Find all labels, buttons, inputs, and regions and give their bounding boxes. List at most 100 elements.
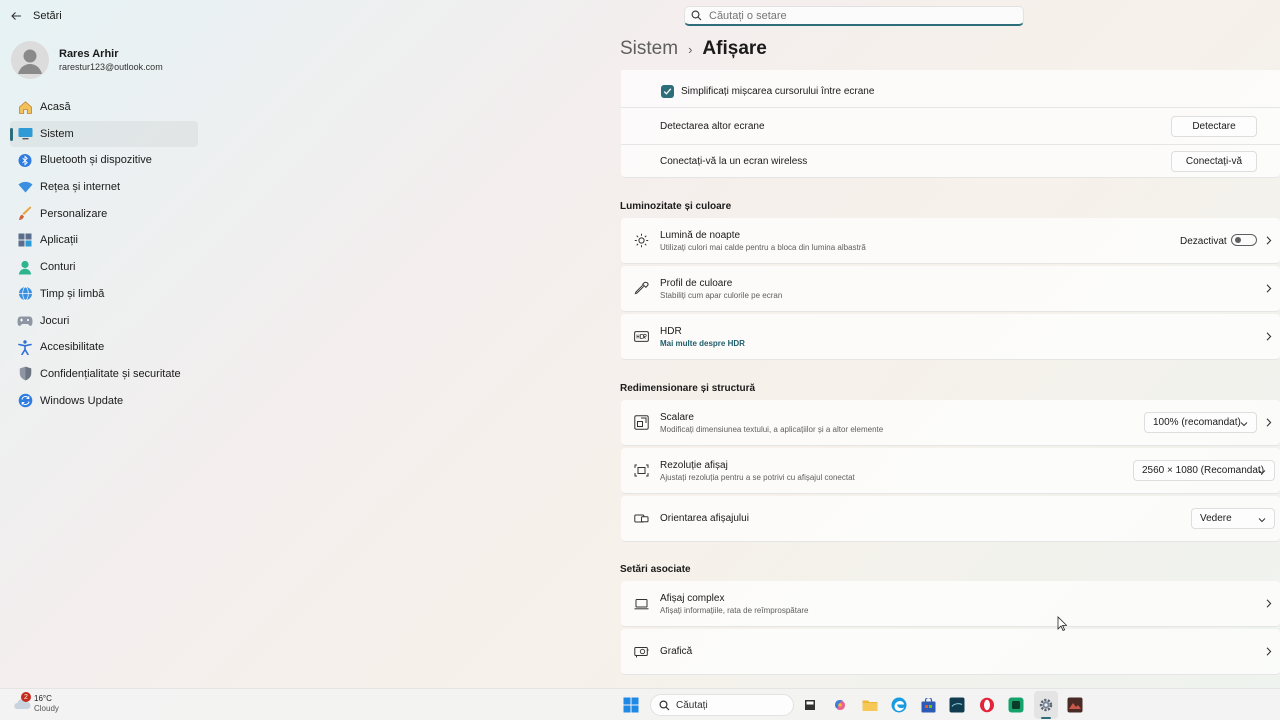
- chevron-right-icon: [1266, 418, 1274, 428]
- orientation-icon: [633, 511, 649, 527]
- chevron-right-icon: [1266, 647, 1274, 657]
- sun-icon: [633, 233, 649, 249]
- night-light-title: Lumină de noapte: [660, 229, 741, 241]
- store-button[interactable]: [919, 696, 937, 714]
- settings-app-button[interactable]: [1037, 696, 1055, 714]
- chevron-right-icon: [1266, 332, 1274, 342]
- advanced-display-row[interactable]: Afișaj complex Afișați informațiile, rat…: [621, 581, 1280, 627]
- game-app-button[interactable]: [1066, 696, 1084, 714]
- sidebar-item-system[interactable]: Sistem: [10, 120, 198, 147]
- graphics-row[interactable]: Grafică: [621, 629, 1280, 675]
- detect-displays-row: Detectarea altor ecrane Detectare: [621, 108, 1280, 145]
- store-bag-icon: [921, 697, 935, 712]
- app-button[interactable]: [1007, 696, 1025, 714]
- ease-cursor-checkbox[interactable]: [661, 85, 674, 98]
- settings-content: Simplificați mișcarea cursorului între e…: [620, 70, 1280, 690]
- chevron-down-icon: [1258, 515, 1266, 526]
- ease-cursor-row[interactable]: Simplificați mișcarea cursorului între e…: [621, 70, 1280, 108]
- disney-plus-button[interactable]: [948, 696, 966, 714]
- back-button[interactable]: [0, 0, 32, 32]
- sidebar-item-privacy-security[interactable]: Confidențialitate și securitate: [10, 361, 198, 387]
- scale-dropdown-value: 100% (recomandat): [1153, 417, 1241, 428]
- file-explorer-button[interactable]: [861, 696, 879, 714]
- mouse-cursor-icon: [1057, 616, 1068, 635]
- advanced-display-title: Afișaj complex: [660, 592, 725, 604]
- folder-icon: [862, 700, 878, 711]
- sidebar-item-home[interactable]: Acasă: [10, 94, 198, 120]
- orientation-title: Orientarea afișajului: [660, 513, 749, 524]
- sidebar-item-label: Confidențialitate și securitate: [40, 367, 181, 380]
- night-light-row[interactable]: Lumină de noapte Utilizați culori mai ca…: [621, 218, 1280, 264]
- user-profile[interactable]: Rares Arhir rarestur123@outlook.com: [11, 41, 163, 79]
- sidebar-item-network[interactable]: Rețea și internet: [10, 174, 198, 200]
- app-title: Setări: [33, 10, 62, 22]
- hdr-icon: [633, 329, 649, 345]
- opera-button[interactable]: [978, 696, 996, 714]
- night-light-status: Dezactivat: [1180, 236, 1227, 247]
- hdr-more-link[interactable]: Mai multe despre HDR: [660, 339, 745, 348]
- sidebar-item-bluetooth[interactable]: Bluetooth și dispozitive: [10, 147, 198, 173]
- start-button[interactable]: [622, 696, 640, 714]
- search-input[interactable]: [707, 8, 1011, 23]
- orientation-dropdown[interactable]: Vedere: [1191, 508, 1275, 529]
- sidebar-item-label: Windows Update: [40, 394, 124, 407]
- weather-widget[interactable]: 2 16°C Cloudy: [12, 692, 59, 714]
- color-profile-row[interactable]: Profil de culoare Stabiliți cum apar cul…: [621, 266, 1280, 312]
- night-light-subtitle: Utilizați culori mai calde pentru a bloc…: [660, 242, 866, 252]
- detect-button[interactable]: Detectare: [1171, 116, 1257, 137]
- taskbar-search-label: Căutați: [676, 699, 708, 711]
- resolution-dropdown[interactable]: 2560 × 1080 (Recomandat): [1133, 460, 1275, 481]
- scale-icon: [633, 415, 649, 431]
- weather-condition: Cloudy: [34, 704, 59, 713]
- user-icon: [18, 49, 42, 74]
- sidebar-item-label: Jocuri: [40, 314, 70, 327]
- resolution-dropdown-value: 2560 × 1080 (Recomandat): [1142, 465, 1265, 476]
- sidebar-item-label: Rețea și internet: [40, 181, 121, 194]
- gear-icon: [1039, 698, 1053, 712]
- search-icon: [659, 699, 670, 711]
- task-view-icon: [805, 700, 815, 710]
- sidebar-item-personalization[interactable]: Personalizare: [10, 201, 198, 227]
- sidebar-item-accessibility[interactable]: Accesibilitate: [10, 334, 198, 360]
- sidebar-item-label: Personalizare: [40, 207, 108, 220]
- connect-wireless-button[interactable]: Conectați-vă: [1171, 151, 1257, 172]
- graphics-card-icon: [633, 644, 649, 660]
- sidebar-nav: Acasă Sistem Bluetooth și dispozitive Re…: [10, 94, 198, 414]
- detect-displays-label: Detectarea altor ecrane: [660, 120, 765, 132]
- sidebar-item-label: Sistem: [40, 127, 74, 140]
- section-heading-related: Setări asociate: [620, 564, 691, 575]
- chevron-right-icon: [1266, 599, 1274, 609]
- breadcrumb: Sistem › Afișare: [620, 38, 767, 60]
- weather-badge: 2: [21, 692, 31, 702]
- globe-clock-icon: [17, 286, 33, 302]
- resolution-icon: [633, 463, 649, 479]
- chevron-down-icon: [1258, 467, 1266, 478]
- scale-row[interactable]: Scalare Modificați dimensiunea textului,…: [621, 400, 1280, 446]
- weather-temp: 16°C: [34, 694, 52, 703]
- sidebar-item-apps[interactable]: Aplicații: [10, 227, 198, 253]
- breadcrumb-parent[interactable]: Sistem: [620, 38, 678, 60]
- hdr-row[interactable]: HDR Mai multe despre HDR: [621, 314, 1280, 360]
- color-profile-title: Profil de culoare: [660, 277, 733, 289]
- sidebar-item-gaming[interactable]: Jocuri: [10, 308, 198, 334]
- sidebar-item-windows-update[interactable]: Windows Update: [10, 388, 198, 414]
- taskbar-search[interactable]: Căutați: [650, 694, 794, 716]
- gamepad-icon: [17, 313, 33, 329]
- taskbar: 2 16°C Cloudy Căutați: [0, 688, 1280, 720]
- windows-logo-icon: [623, 697, 639, 713]
- wireless-display-row: Conectați-vă la un ecran wireless Conect…: [621, 145, 1280, 178]
- copilot-button[interactable]: [831, 696, 849, 714]
- section-heading-scale-layout: Redimensionare și structură: [620, 383, 756, 394]
- sidebar-item-time-language[interactable]: Timp și limbă: [10, 281, 198, 307]
- advanced-display-subtitle: Afișați informațiile, rata de reîmprospă…: [660, 605, 809, 615]
- task-view-button[interactable]: [801, 696, 819, 714]
- bluetooth-icon: [17, 152, 33, 168]
- night-light-toggle[interactable]: [1231, 234, 1257, 246]
- sidebar-item-accounts[interactable]: Conturi: [10, 254, 198, 280]
- settings-search-box[interactable]: [684, 6, 1024, 26]
- app-icon: [1008, 697, 1024, 713]
- home-icon: [17, 99, 33, 115]
- breadcrumb-separator: ›: [688, 41, 693, 57]
- edge-button[interactable]: [890, 696, 908, 714]
- scale-dropdown[interactable]: 100% (recomandat): [1144, 412, 1257, 433]
